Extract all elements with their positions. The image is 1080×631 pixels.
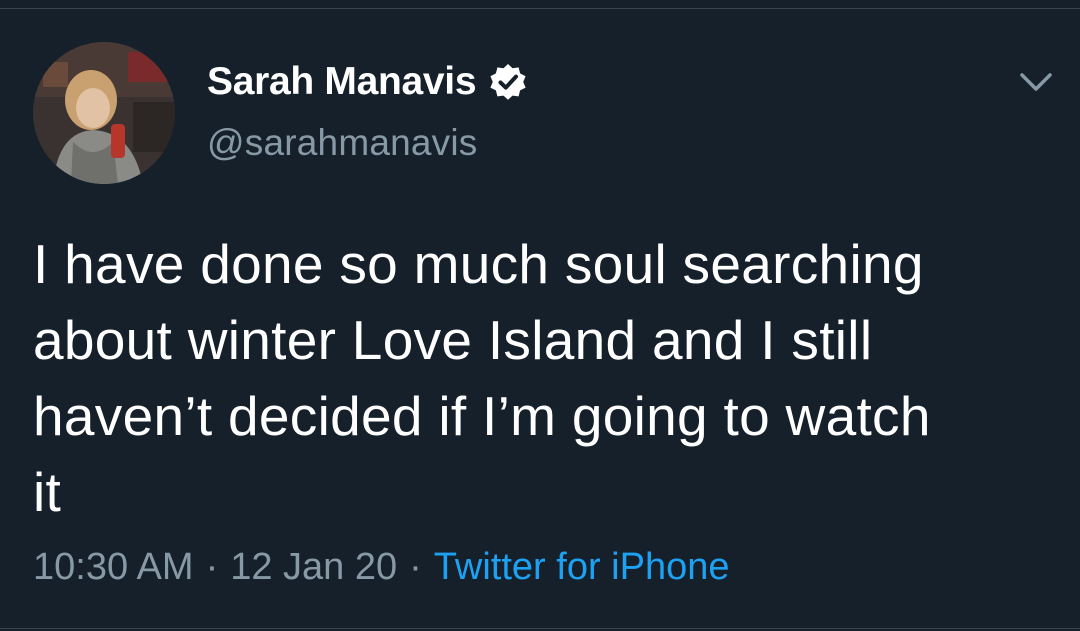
author-name-row: Sarah Manavis: [207, 56, 528, 108]
author-block[interactable]: Sarah Manavis @sarahmanavis: [207, 56, 528, 164]
verified-badge-icon: [488, 62, 528, 102]
meta-separator: ·: [205, 546, 219, 588]
tweet-meta: 10:30 AM · 12 Jan 20 · Twitter for iPhone: [33, 546, 729, 589]
author-display-name[interactable]: Sarah Manavis: [207, 60, 477, 104]
tweet-text: I have done so much soul searching about…: [33, 233, 931, 523]
tweet-source-link[interactable]: Twitter for iPhone: [434, 546, 730, 588]
tweet-date[interactable]: 12 Jan 20: [230, 546, 397, 588]
meta-separator: ·: [409, 546, 422, 588]
chevron-down-icon[interactable]: [1016, 66, 1056, 98]
tweet-time[interactable]: 10:30 AM: [33, 546, 194, 588]
avatar[interactable]: [33, 42, 175, 184]
author-handle[interactable]: @sarahmanavis: [207, 122, 528, 164]
top-divider: [0, 0, 1080, 9]
avatar-photo: [33, 42, 175, 184]
